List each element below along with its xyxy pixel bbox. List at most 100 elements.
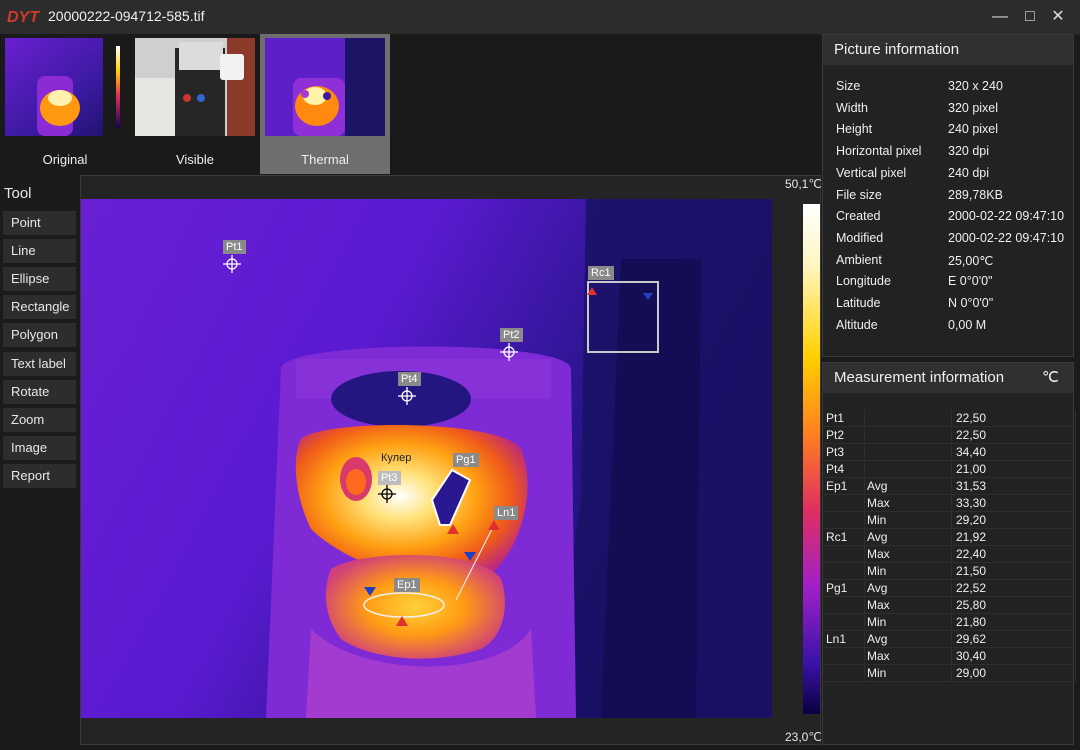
picture-info-value: 320 x 240: [948, 79, 1003, 93]
measurement-stat: [864, 443, 952, 461]
measurement-stat: Avg: [864, 630, 952, 648]
measurement-value: 21,50: [951, 562, 1076, 580]
measurement-name: [824, 613, 865, 631]
measurement-name: [824, 545, 865, 563]
measurement-value: 29,20: [951, 511, 1076, 529]
measurement-stat: Max: [864, 545, 952, 563]
measurement-row[interactable]: Rc1 Avg 21,92: [824, 528, 1076, 546]
measurement-stat: Avg: [864, 477, 952, 495]
measurement-stat: Min: [864, 511, 952, 529]
measurement-value: 22,52: [951, 579, 1076, 597]
measurement-name: [824, 562, 865, 580]
picture-info-value: 289,78KB: [948, 187, 1003, 202]
measurement-name: Pt4: [824, 460, 865, 478]
measurement-name: Rc1: [824, 528, 865, 546]
measurement-row[interactable]: Ln1 Avg 29,62: [824, 630, 1076, 648]
measurement-table: Pt1 22,50 Pt2 22,50 Pt3 34,40 Pt4 21,00 Ep1 Avg 31…: [824, 410, 1076, 682]
measurement-stat: Min: [864, 664, 952, 682]
picture-info-label: File size: [836, 187, 882, 202]
measurement-stat: [864, 460, 952, 478]
measurement-row[interactable]: Min 29,20: [824, 511, 1076, 529]
picture-info-value: 2000-02-22 09:47:10: [948, 230, 1065, 245]
measurement-stat: Avg: [864, 579, 952, 597]
picture-info-value: 0,00 M: [948, 317, 987, 332]
pt4-label[interactable]: Pt4: [398, 372, 421, 386]
measurement-value: 21,80: [951, 613, 1076, 631]
ln1-min-marker-icon: [464, 552, 476, 561]
measurement-name: Pt1: [824, 410, 865, 427]
text-label-annotation[interactable]: Кулер: [381, 452, 411, 464]
measurement-info-header: Measurement information ℃: [823, 363, 1073, 393]
picture-info-label: Vertical pixel: [836, 165, 907, 180]
ep1-label[interactable]: Ep1: [394, 578, 420, 592]
measurement-row[interactable]: Min 21,50: [824, 562, 1076, 580]
pt3-label[interactable]: Pt3: [378, 471, 401, 485]
measurement-row[interactable]: Max 33,30: [824, 494, 1076, 512]
ln1-line: [455, 524, 495, 601]
picture-info-value: 240 dpi: [948, 165, 990, 180]
picture-info-label: Altitude: [836, 317, 878, 332]
picture-info-value: E 0°0'0": [948, 274, 993, 289]
measurement-stat: [864, 426, 952, 444]
measurement-row[interactable]: Min 21,80: [824, 613, 1076, 631]
measurement-stat: Avg: [864, 528, 952, 546]
picture-info-value: 25,00℃: [948, 253, 994, 268]
measurement-name: [824, 664, 865, 682]
measurement-name: Ln1: [824, 630, 865, 648]
measurement-stat: Min: [864, 613, 952, 631]
measurement-value: 30,40: [951, 647, 1076, 665]
picture-info-value: 320 dpi: [948, 144, 990, 159]
ep1-min-marker-icon: [364, 587, 376, 596]
measurement-row[interactable]: Pt3 34,40: [824, 443, 1076, 461]
picture-info-value: 2000-02-22 09:47:10: [948, 209, 1065, 224]
picture-info-label: Width: [836, 100, 868, 115]
picture-info-label: Created: [836, 209, 881, 224]
pt2-crosshair-icon: [500, 343, 518, 361]
picture-info-value: 240 pixel: [948, 122, 999, 137]
measurement-stat: [864, 410, 952, 427]
measurement-value: 22,40: [951, 545, 1076, 563]
measurement-value: 34,40: [951, 443, 1076, 461]
measurement-row[interactable]: Pt1 22,50: [824, 410, 1076, 427]
measurement-name: [824, 596, 865, 614]
ln1-label[interactable]: Ln1: [494, 506, 519, 520]
measurement-row[interactable]: Pt4 21,00: [824, 460, 1076, 478]
rc1-label[interactable]: Rc1: [588, 266, 614, 280]
pt1-label[interactable]: Pt1: [223, 240, 246, 254]
measurement-value: 33,30: [951, 494, 1076, 512]
pt4-crosshair-icon: [398, 387, 416, 405]
measurement-name: Pt2: [824, 426, 865, 444]
rc1-rectangle: [587, 281, 659, 353]
measurement-row[interactable]: Max 30,40: [824, 647, 1076, 665]
picture-info-label: Height: [836, 122, 873, 137]
picture-info-value: 320 pixel: [948, 100, 999, 115]
measurement-row[interactable]: Ep1 Avg 31,53: [824, 477, 1076, 495]
measurement-stat: Max: [864, 596, 952, 614]
measurement-value: 21,92: [951, 528, 1076, 546]
measurement-value: 29,00: [951, 664, 1076, 682]
picture-info-panel: Picture information Size 320 x 240 Width 32…: [822, 34, 1074, 357]
picture-info-label: Size: [836, 79, 861, 93]
measurement-row[interactable]: Max 22,40: [824, 545, 1076, 563]
pt2-label[interactable]: Pt2: [500, 328, 523, 342]
measurement-stat: Max: [864, 647, 952, 665]
measurement-row[interactable]: Pg1 Avg 22,52: [824, 579, 1076, 597]
measurement-name: [824, 647, 865, 665]
measurement-row[interactable]: Max 25,80: [824, 596, 1076, 614]
measurement-name: Ep1: [824, 477, 865, 495]
pt1-crosshair-icon: [223, 255, 241, 273]
measurement-name: Pg1: [824, 579, 865, 597]
ep1-ellipse: [363, 592, 445, 618]
measurement-value: 29,62: [951, 630, 1076, 648]
measurement-value: 31,53: [951, 477, 1076, 495]
measurement-stat: Max: [864, 494, 952, 512]
picture-info-label: Horizontal pixel: [836, 144, 922, 159]
picture-info-header: Picture information: [823, 35, 1073, 65]
measurement-row[interactable]: Min 29,00: [824, 664, 1076, 682]
measurement-name: Pt3: [824, 443, 865, 461]
measurement-stat: Min: [864, 562, 952, 580]
pg1-label[interactable]: Pg1: [453, 453, 479, 467]
measurement-row[interactable]: Pt2 22,50: [824, 426, 1076, 444]
measurement-value: 22,50: [951, 426, 1076, 444]
measurement-value: 25,80: [951, 596, 1076, 614]
